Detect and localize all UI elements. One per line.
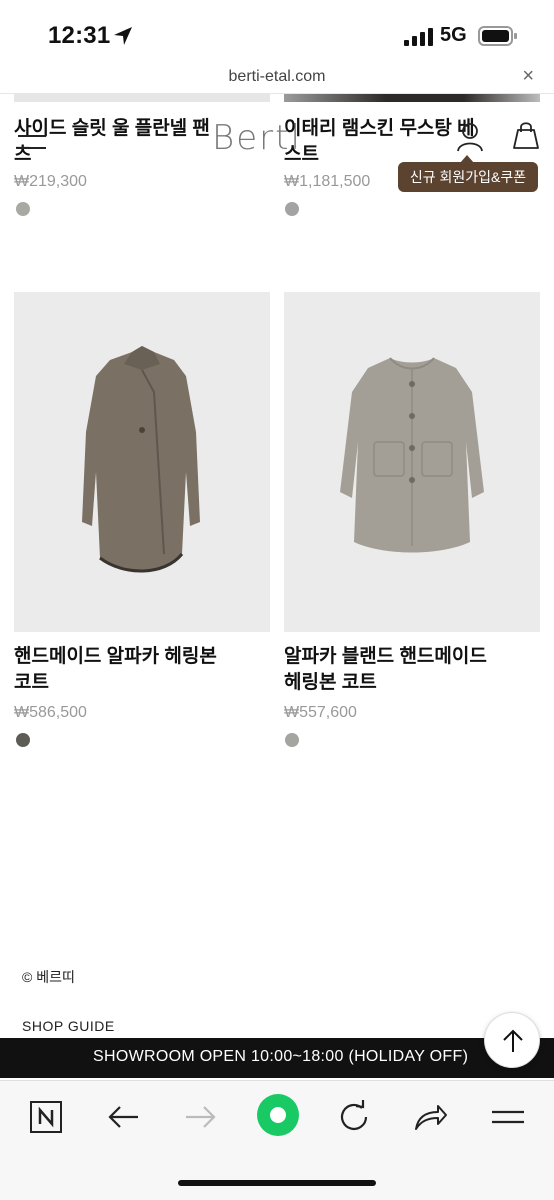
product-image[interactable] xyxy=(284,292,540,632)
showroom-banner: SHOWROOM OPEN 10:00~18:00 (HOLIDAY OFF) xyxy=(0,1038,554,1078)
url-text[interactable]: berti-etal.com xyxy=(0,68,554,86)
shopping-bag-icon[interactable] xyxy=(510,120,542,152)
coat-image xyxy=(340,357,484,553)
coupon-badge[interactable]: 신규 회원가입&쿠폰 xyxy=(398,155,538,192)
product-name[interactable]: 이태리 램스킨 무스탕 베 스트 xyxy=(284,116,534,168)
brand-logo[interactable]: Bertl xyxy=(212,118,302,158)
share-icon[interactable] xyxy=(410,1097,450,1137)
coat-image xyxy=(82,346,200,573)
close-icon[interactable]: × xyxy=(522,65,534,88)
product-price: ₩1,181,500 xyxy=(284,173,371,190)
menu-icon[interactable] xyxy=(16,130,48,154)
copyright-text: © 베르띠 xyxy=(22,969,75,985)
product-name-line[interactable]: 알파카 블랜드 핸드메이드 xyxy=(284,644,534,670)
product-image[interactable] xyxy=(284,94,540,102)
home-indicator xyxy=(178,1180,376,1186)
product-price: ₩219,300 xyxy=(14,173,87,190)
color-swatch[interactable] xyxy=(16,733,30,747)
network-label: 5G xyxy=(440,24,467,46)
back-arrow-icon[interactable] xyxy=(104,1097,144,1137)
product-image[interactable] xyxy=(14,292,270,632)
product-name[interactable]: 알파카 블랜드 핸드메이드 헤링본 코트 xyxy=(284,644,534,696)
forward-arrow-icon[interactable] xyxy=(180,1097,220,1137)
shop-guide-link[interactable]: SHOP GUIDE xyxy=(22,1018,115,1034)
url-bar[interactable]: berti-etal.com × xyxy=(0,62,554,94)
product-name-line[interactable]: 코트 xyxy=(14,670,264,696)
refresh-icon[interactable] xyxy=(334,1097,374,1137)
battery-icon xyxy=(478,26,517,46)
green-dot-icon[interactable] xyxy=(256,1093,300,1137)
color-swatch[interactable] xyxy=(285,733,299,747)
product-name[interactable]: 핸드메이드 알파카 헤링본 코트 xyxy=(14,644,264,696)
showroom-text: SHOWROOM OPEN 10:00~18:00 (HOLIDAY OFF) xyxy=(0,1048,554,1066)
scroll-top-button[interactable] xyxy=(484,1012,540,1068)
naver-home-icon[interactable] xyxy=(26,1097,66,1137)
showroom-hours: SHOWROOM OPEN 10:00~18:00 (HOLIDAY OFF) xyxy=(93,1048,469,1065)
product-name-line[interactable]: 이태리 램스킨 무스탕 베 xyxy=(284,116,534,142)
status-time: 12:31 xyxy=(48,22,111,49)
color-swatch[interactable] xyxy=(285,202,299,216)
product-price: ₩557,600 xyxy=(284,704,357,721)
product-name-line[interactable]: 헤링본 코트 xyxy=(284,670,534,696)
product-price: ₩586,500 xyxy=(14,704,87,721)
signal-icon xyxy=(404,28,433,46)
color-swatch[interactable] xyxy=(16,202,30,216)
product-name-line[interactable]: 핸드메이드 알파카 헤링본 xyxy=(14,644,264,670)
arrow-up-icon xyxy=(503,1029,523,1052)
location-arrow-icon xyxy=(114,27,132,45)
status-bar: 12:31 5G xyxy=(0,0,554,62)
user-icon[interactable] xyxy=(456,122,484,152)
product-image[interactable] xyxy=(14,94,270,102)
hamburger-menu-icon[interactable] xyxy=(488,1097,528,1137)
